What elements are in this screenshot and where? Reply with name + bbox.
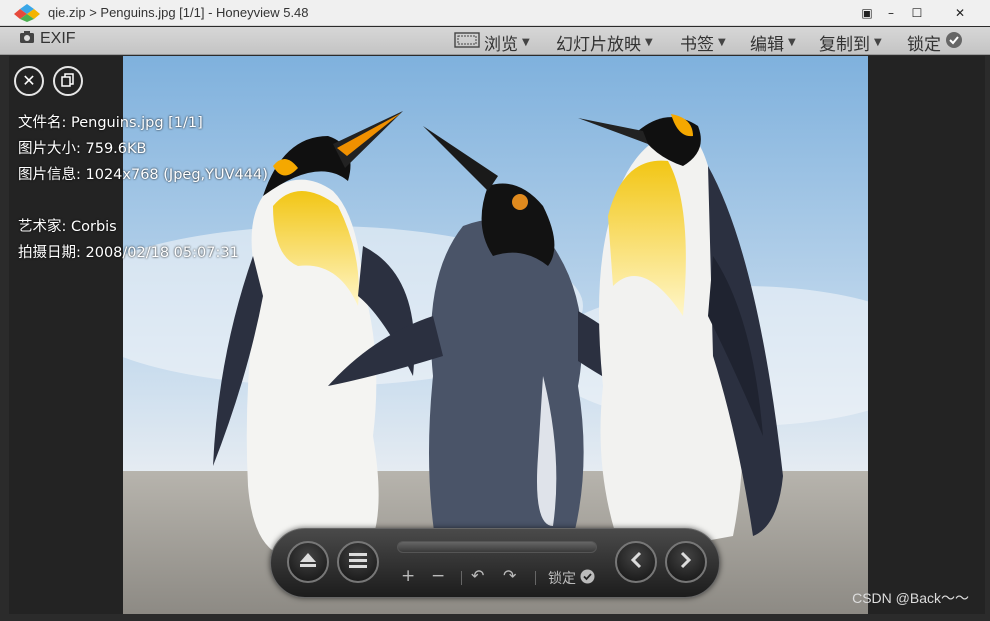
menu-browse[interactable]: 浏览 ▼ xyxy=(454,30,530,55)
menu-bookmark-label: 书签 xyxy=(680,35,714,55)
close-window-button[interactable]: ✕ xyxy=(930,0,990,26)
menu-slideshow-label: 幻灯片放映 xyxy=(556,35,641,55)
menu-bookmark[interactable]: 书签 ▼ xyxy=(680,30,726,55)
lock-control[interactable]: 锁定 xyxy=(548,568,595,588)
copy-info-button[interactable] xyxy=(53,66,83,96)
window-title: qie.zip > Penguins.jpg [1/1] - Honeyview… xyxy=(48,5,309,20)
menu-copyto[interactable]: 复制到 ▼ xyxy=(819,30,882,55)
fullscreen-icon xyxy=(454,32,480,53)
lock-label: 锁定 xyxy=(907,35,941,55)
zoom-out-button[interactable]: − xyxy=(431,566,445,586)
camera-icon xyxy=(20,30,34,48)
exif-info-panel: 文件名: Penguins.jpg [1/1] 图片大小: 759.6KB 图片… xyxy=(18,110,268,266)
lock-control-label: 锁定 xyxy=(548,571,576,587)
menu-browse-label: 浏览 xyxy=(484,35,518,55)
divider xyxy=(461,571,462,585)
seek-slider[interactable] xyxy=(397,541,597,553)
copy-icon xyxy=(61,72,75,91)
divider xyxy=(535,571,536,585)
chevron-down-icon: ▼ xyxy=(718,37,726,48)
watermark-text: CSDN @Back～～ xyxy=(852,590,969,606)
close-icon: ✕ xyxy=(22,71,36,90)
exif-label: EXIF xyxy=(40,30,76,47)
chevron-left-icon xyxy=(629,551,643,573)
menu-edit[interactable]: 编辑 ▼ xyxy=(750,30,796,55)
info-date: 拍摄日期: 2008/02/18 05:07:31 xyxy=(18,245,239,261)
menu-slideshow[interactable]: 幻灯片放映 ▼ xyxy=(556,30,653,55)
chevron-down-icon: ▼ xyxy=(645,37,653,48)
chevron-down-icon: ▼ xyxy=(874,37,882,48)
info-artist: 艺术家: Corbis xyxy=(18,219,117,235)
info-filename: 文件名: Penguins.jpg [1/1] xyxy=(18,115,203,131)
maximize-button[interactable]: ☐ xyxy=(902,0,932,26)
eject-button[interactable] xyxy=(287,541,329,583)
next-button[interactable] xyxy=(665,541,707,583)
info-filesize: 图片大小: 759.6KB xyxy=(18,141,147,157)
info-imageinfo: 图片信息: 1024x768 (Jpeg,YUV444) xyxy=(18,167,268,183)
title-bar: qie.zip > Penguins.jpg [1/1] - Honeyview… xyxy=(0,0,990,26)
exif-button[interactable]: EXIF xyxy=(20,30,76,48)
check-circle-icon xyxy=(580,569,595,588)
rotate-left-icon[interactable]: ↶ xyxy=(471,566,484,585)
playback-control-bar: + − ↶ ↷ 锁定 xyxy=(270,528,720,598)
image-viewer[interactable]: ✕ 文件名: Penguins.jpg [1/1] 图片大小: 759.6KB … xyxy=(9,56,985,614)
chevron-down-icon: ▼ xyxy=(522,37,530,48)
honeyview-logo-icon xyxy=(14,4,40,22)
chevron-down-icon: ▼ xyxy=(788,37,796,48)
close-panel-button[interactable]: ✕ xyxy=(14,66,44,96)
previous-button[interactable] xyxy=(615,541,657,583)
menu-copyto-label: 复制到 xyxy=(819,35,870,55)
toolbar: EXIF 浏览 ▼ 幻灯片放映 ▼ 书签 ▼ 编辑 ▼ 复制到 ▼ 锁定 xyxy=(0,27,990,55)
hamburger-icon xyxy=(349,552,367,572)
menu-button[interactable] xyxy=(337,541,379,583)
check-circle-icon xyxy=(945,31,963,54)
menu-edit-label: 编辑 xyxy=(750,35,784,55)
chevron-right-icon xyxy=(679,551,693,573)
lock-toggle[interactable]: 锁定 xyxy=(907,30,963,55)
rotate-right-icon[interactable]: ↷ xyxy=(503,566,516,585)
zoom-in-button[interactable]: + xyxy=(401,566,415,586)
eject-icon xyxy=(299,552,317,572)
